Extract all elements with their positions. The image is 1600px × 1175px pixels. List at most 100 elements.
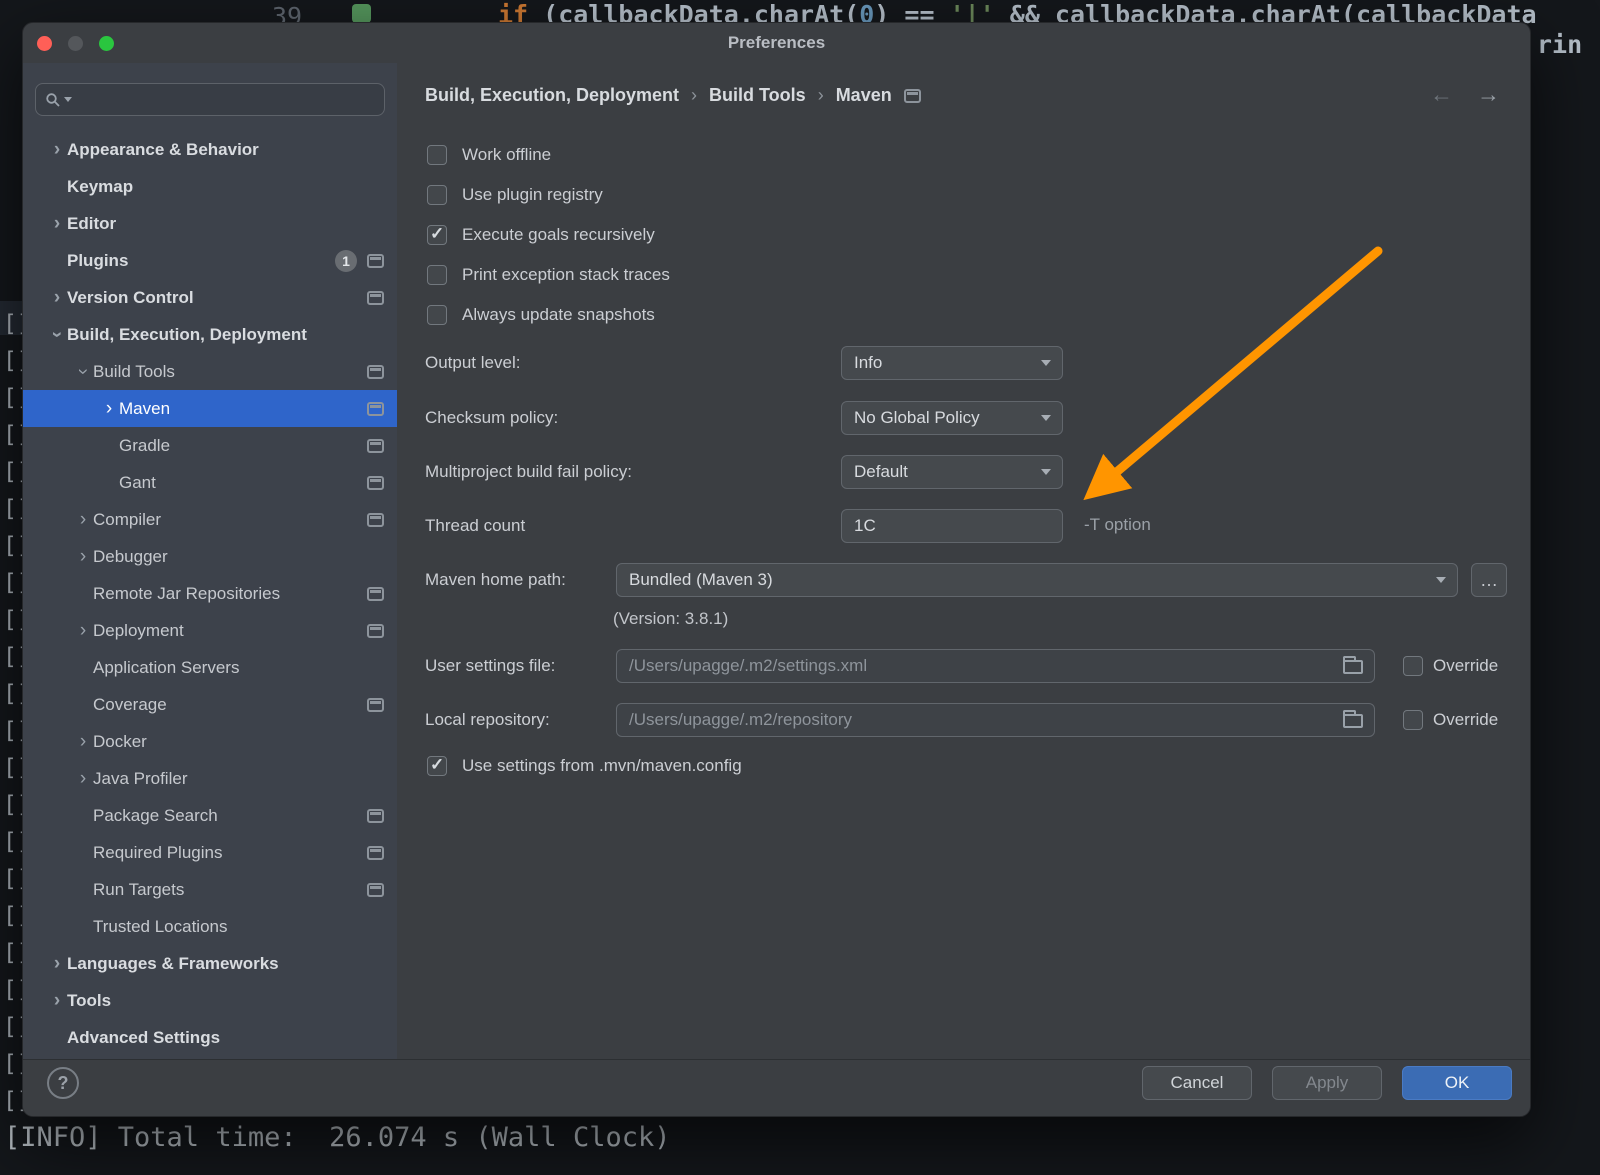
search-options-arrow-icon[interactable]: [64, 97, 72, 102]
chevron-right-icon[interactable]: ›: [47, 991, 67, 1010]
settings-search-input[interactable]: [75, 91, 375, 109]
sidebar-item-tools[interactable]: ›Tools: [23, 982, 397, 1019]
sidebar-item-run-targets[interactable]: Run Targets: [23, 871, 397, 908]
chevron-right-icon[interactable]: ›: [47, 140, 67, 159]
sidebar-item-debugger[interactable]: ›Debugger: [23, 538, 397, 575]
chevron-right-icon[interactable]: ›: [47, 954, 67, 973]
override-checkbox[interactable]: [1403, 656, 1423, 676]
breadcrumb-item[interactable]: Maven: [836, 85, 892, 106]
checksum-policy-select[interactable]: No Global Policy: [841, 401, 1063, 435]
apply-button[interactable]: Apply: [1272, 1066, 1382, 1100]
checkbox[interactable]: [427, 265, 447, 285]
sidebar-item-deployment[interactable]: ›Deployment: [23, 612, 397, 649]
checkbox[interactable]: [427, 225, 447, 245]
folder-browse-icon[interactable]: [1343, 714, 1363, 728]
cancel-button[interactable]: Cancel: [1142, 1066, 1252, 1100]
fail-policy-select[interactable]: Default: [841, 455, 1063, 489]
sidebar-item-version-control[interactable]: ›Version Control: [23, 279, 397, 316]
checksum-policy-label: Checksum policy:: [425, 401, 558, 435]
sidebar-item-label: Gant: [119, 473, 156, 493]
sidebar-item-compiler[interactable]: ›Compiler: [23, 501, 397, 538]
option-execute-goals-recursively[interactable]: Execute goals recursively: [427, 215, 670, 255]
sidebar-item-application-servers[interactable]: Application Servers: [23, 649, 397, 686]
chevron-right-icon[interactable]: ›: [73, 547, 93, 566]
sidebar-item-label: Keymap: [67, 177, 133, 197]
chevron-down-icon[interactable]: ›: [74, 362, 93, 382]
option-always-update-snapshots[interactable]: Always update snapshots: [427, 295, 670, 335]
chevron-right-icon[interactable]: ›: [73, 510, 93, 529]
chevron-right-icon[interactable]: ›: [99, 399, 119, 418]
sidebar-item-remote-jar-repositories[interactable]: Remote Jar Repositories: [23, 575, 397, 612]
preferences-dialog: Preferences ›Appearance & BehaviorKeymap…: [22, 22, 1531, 1117]
row-trailing: [367, 291, 397, 305]
breadcrumb: Build, Execution, Deployment › Build Too…: [425, 85, 921, 106]
maven-home-select[interactable]: Bundled (Maven 3): [616, 563, 1458, 597]
forward-arrow-button[interactable]: →: [1477, 81, 1500, 108]
sidebar-item-appearance-behavior[interactable]: ›Appearance & Behavior: [23, 131, 397, 168]
sidebar-item-plugins[interactable]: Plugins1: [23, 242, 397, 279]
sidebar-item-maven[interactable]: ›Maven: [23, 390, 397, 427]
local-repo-override[interactable]: Override: [1403, 710, 1498, 730]
chevron-right-icon[interactable]: ›: [73, 769, 93, 788]
node-settings-icon: [367, 513, 384, 527]
fail-policy-value: Default: [854, 462, 908, 482]
checkbox[interactable]: [427, 145, 447, 165]
local-repo-input[interactable]: [616, 703, 1375, 737]
sidebar-item-java-profiler[interactable]: ›Java Profiler: [23, 760, 397, 797]
sidebar-item-label: Docker: [93, 732, 147, 752]
settings-search-box[interactable]: [35, 83, 385, 116]
chevron-right-icon[interactable]: ›: [47, 214, 67, 233]
sidebar-item-label: Advanced Settings: [67, 1028, 220, 1048]
sidebar-item-required-plugins[interactable]: Required Plugins: [23, 834, 397, 871]
sidebar-item-label: Required Plugins: [93, 843, 222, 863]
output-level-select[interactable]: Info: [841, 346, 1063, 380]
sidebar-item-coverage[interactable]: Coverage: [23, 686, 397, 723]
help-button[interactable]: ?: [47, 1067, 79, 1099]
checkbox[interactable]: [427, 305, 447, 325]
sidebar-item-build-tools[interactable]: ›Build Tools: [23, 353, 397, 390]
breadcrumb-item[interactable]: Build, Execution, Deployment: [425, 85, 679, 106]
user-settings-input[interactable]: [616, 649, 1375, 683]
sidebar-item-label: Build Tools: [93, 362, 175, 382]
chevron-down-icon[interactable]: ›: [48, 325, 67, 345]
chevron-right-icon[interactable]: ›: [47, 288, 67, 307]
option-use-plugin-registry[interactable]: Use plugin registry: [427, 175, 670, 215]
sidebar-item-docker[interactable]: ›Docker: [23, 723, 397, 760]
sidebar-item-label: Java Profiler: [93, 769, 187, 789]
sidebar-item-label: Build, Execution, Deployment: [67, 325, 307, 345]
sidebar-item-label: Version Control: [67, 288, 194, 308]
sidebar-item-label: Deployment: [93, 621, 184, 641]
user-settings-override[interactable]: Override: [1403, 656, 1498, 676]
node-settings-icon: [904, 89, 921, 103]
checkbox[interactable]: [427, 756, 447, 776]
sidebar-item-trusted-locations[interactable]: Trusted Locations: [23, 908, 397, 945]
sidebar-item-gradle[interactable]: Gradle: [23, 427, 397, 464]
sidebar-item-keymap[interactable]: Keymap: [23, 168, 397, 205]
back-arrow-button[interactable]: ←: [1430, 81, 1453, 108]
row-trailing: [367, 476, 397, 490]
browse-more-button[interactable]: …: [1471, 563, 1507, 597]
row-trailing: [367, 698, 397, 712]
sidebar-item-build-execution-deployment[interactable]: ›Build, Execution, Deployment: [23, 316, 397, 353]
sidebar-item-gant[interactable]: Gant: [23, 464, 397, 501]
chevron-right-icon[interactable]: ›: [73, 621, 93, 640]
code-line2-fragment: rin: [1537, 30, 1582, 59]
override-checkbox[interactable]: [1403, 710, 1423, 730]
thread-count-input[interactable]: [841, 509, 1063, 543]
breadcrumb-item[interactable]: Build Tools: [709, 85, 806, 106]
option-work-offline[interactable]: Work offline: [427, 135, 670, 175]
sidebar-item-label: Trusted Locations: [93, 917, 228, 937]
folder-browse-icon[interactable]: [1343, 660, 1363, 674]
use-mvn-config-option[interactable]: Use settings from .mvn/maven.config: [427, 756, 742, 776]
plugins-count-badge: 1: [335, 250, 357, 272]
sidebar-item-languages-frameworks[interactable]: ›Languages & Frameworks: [23, 945, 397, 982]
chevron-right-icon[interactable]: ›: [73, 732, 93, 751]
local-repo-label: Local repository:: [425, 703, 550, 737]
sidebar-item-package-search[interactable]: Package Search: [23, 797, 397, 834]
breadcrumb-separator: ›: [691, 85, 697, 106]
sidebar-item-editor[interactable]: ›Editor: [23, 205, 397, 242]
ok-button[interactable]: OK: [1402, 1066, 1512, 1100]
sidebar-item-advanced-settings[interactable]: Advanced Settings: [23, 1019, 397, 1056]
checkbox[interactable]: [427, 185, 447, 205]
option-print-exception-stack-traces[interactable]: Print exception stack traces: [427, 255, 670, 295]
